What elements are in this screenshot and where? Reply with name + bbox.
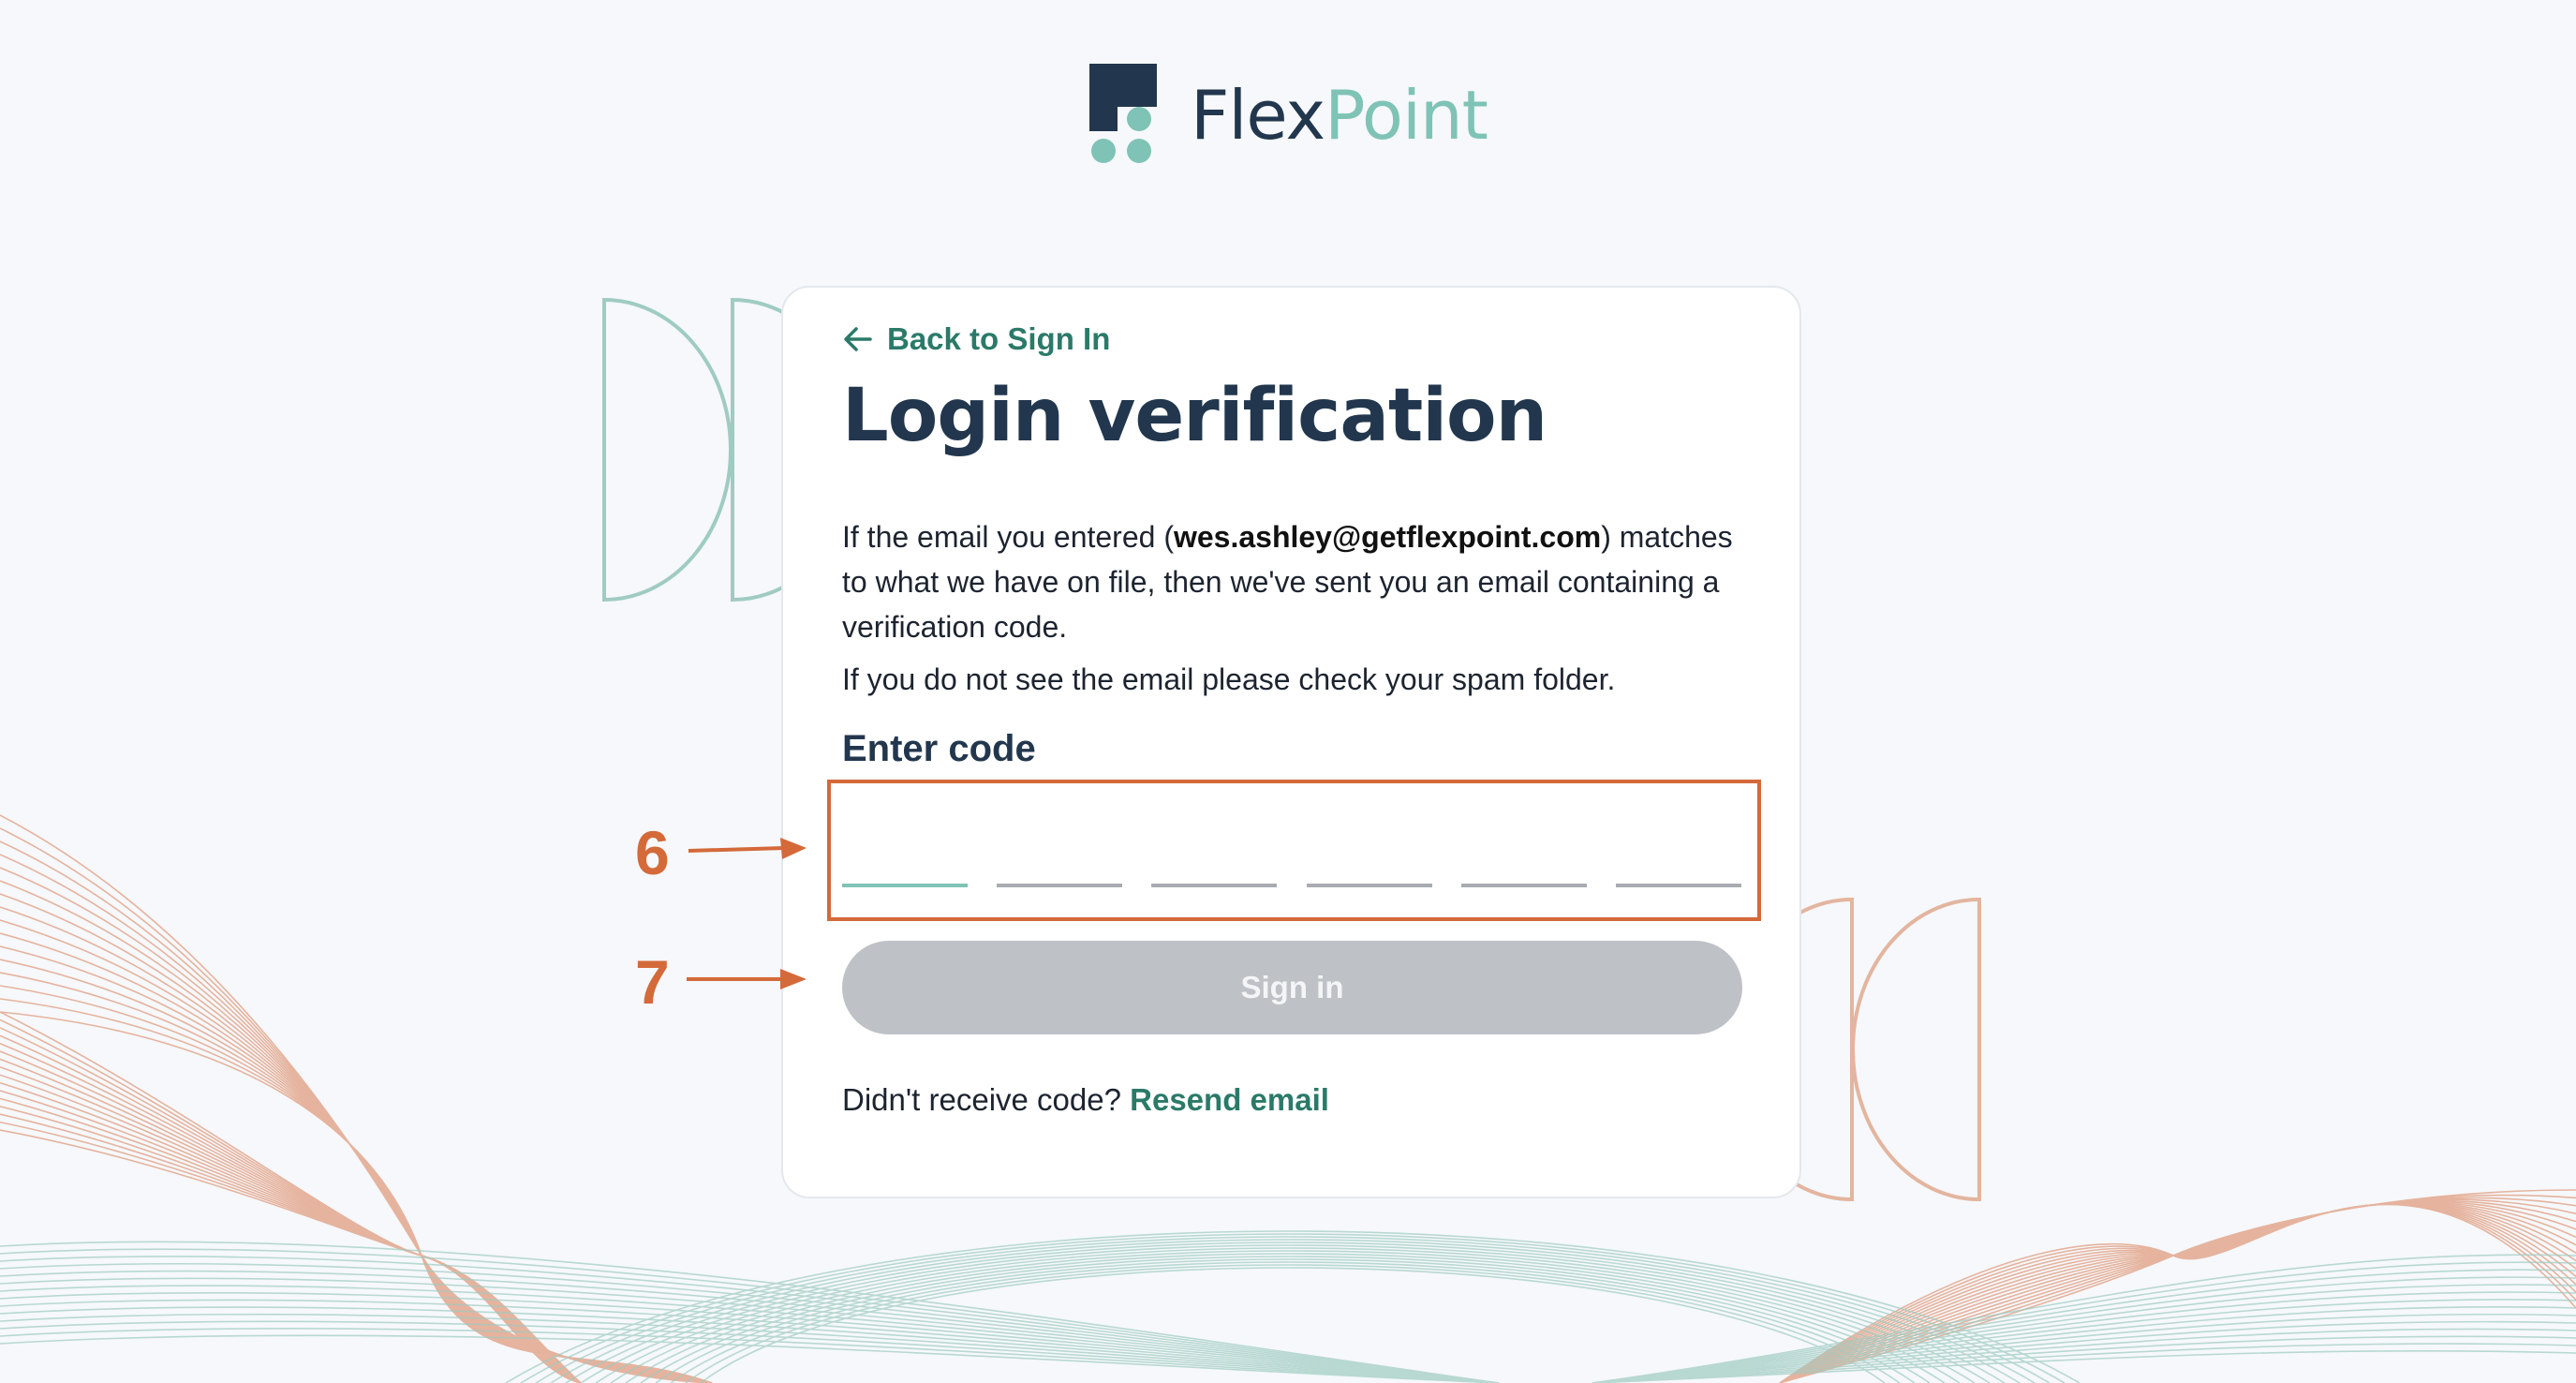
back-to-sign-in-link[interactable]: Back to Sign In (842, 321, 1110, 357)
resend-email-link[interactable]: Resend email (1130, 1082, 1329, 1117)
arrow-left-icon (844, 327, 872, 351)
verification-description: If the email you entered (wes.ashley@get… (842, 514, 1760, 702)
page-title: Login verification (842, 374, 1547, 458)
login-verification-page: FlexPoint Back to Sign In Login verifica… (0, 0, 2576, 1383)
wordmark-flex: Flex (1191, 76, 1325, 155)
desc-before-email: If the email you entered ( (842, 520, 1174, 554)
wordmark-point: Point (1325, 76, 1488, 155)
annotation-arrow-icon (688, 838, 807, 859)
resend-prompt: Didn't receive code? (842, 1082, 1121, 1117)
code-input-highlight (827, 780, 1761, 921)
sign-in-button[interactable]: Sign in (842, 941, 1742, 1034)
resend-row: Didn't receive code? Resend email (842, 1082, 1329, 1118)
annotation-marker-6: 6 (635, 818, 670, 887)
entered-email: wes.ashley@getflexpoint.com (1173, 520, 1602, 554)
flexpoint-logo-icon (1089, 64, 1157, 163)
back-link-label: Back to Sign In (887, 321, 1111, 356)
flexpoint-logo: FlexPoint (1089, 64, 1488, 167)
enter-code-label: Enter code (842, 728, 1036, 769)
flexpoint-wordmark: FlexPoint (1191, 82, 1488, 149)
spam-note: If you do not see the email please check… (842, 662, 1616, 696)
verification-card: Back to Sign In Login verification If th… (781, 286, 1801, 1198)
annotation-marker-7: 7 (635, 947, 670, 1017)
annotation-arrow-icon (687, 969, 807, 989)
email-sent-message: If the email you entered (wes.ashley@get… (842, 514, 1760, 649)
